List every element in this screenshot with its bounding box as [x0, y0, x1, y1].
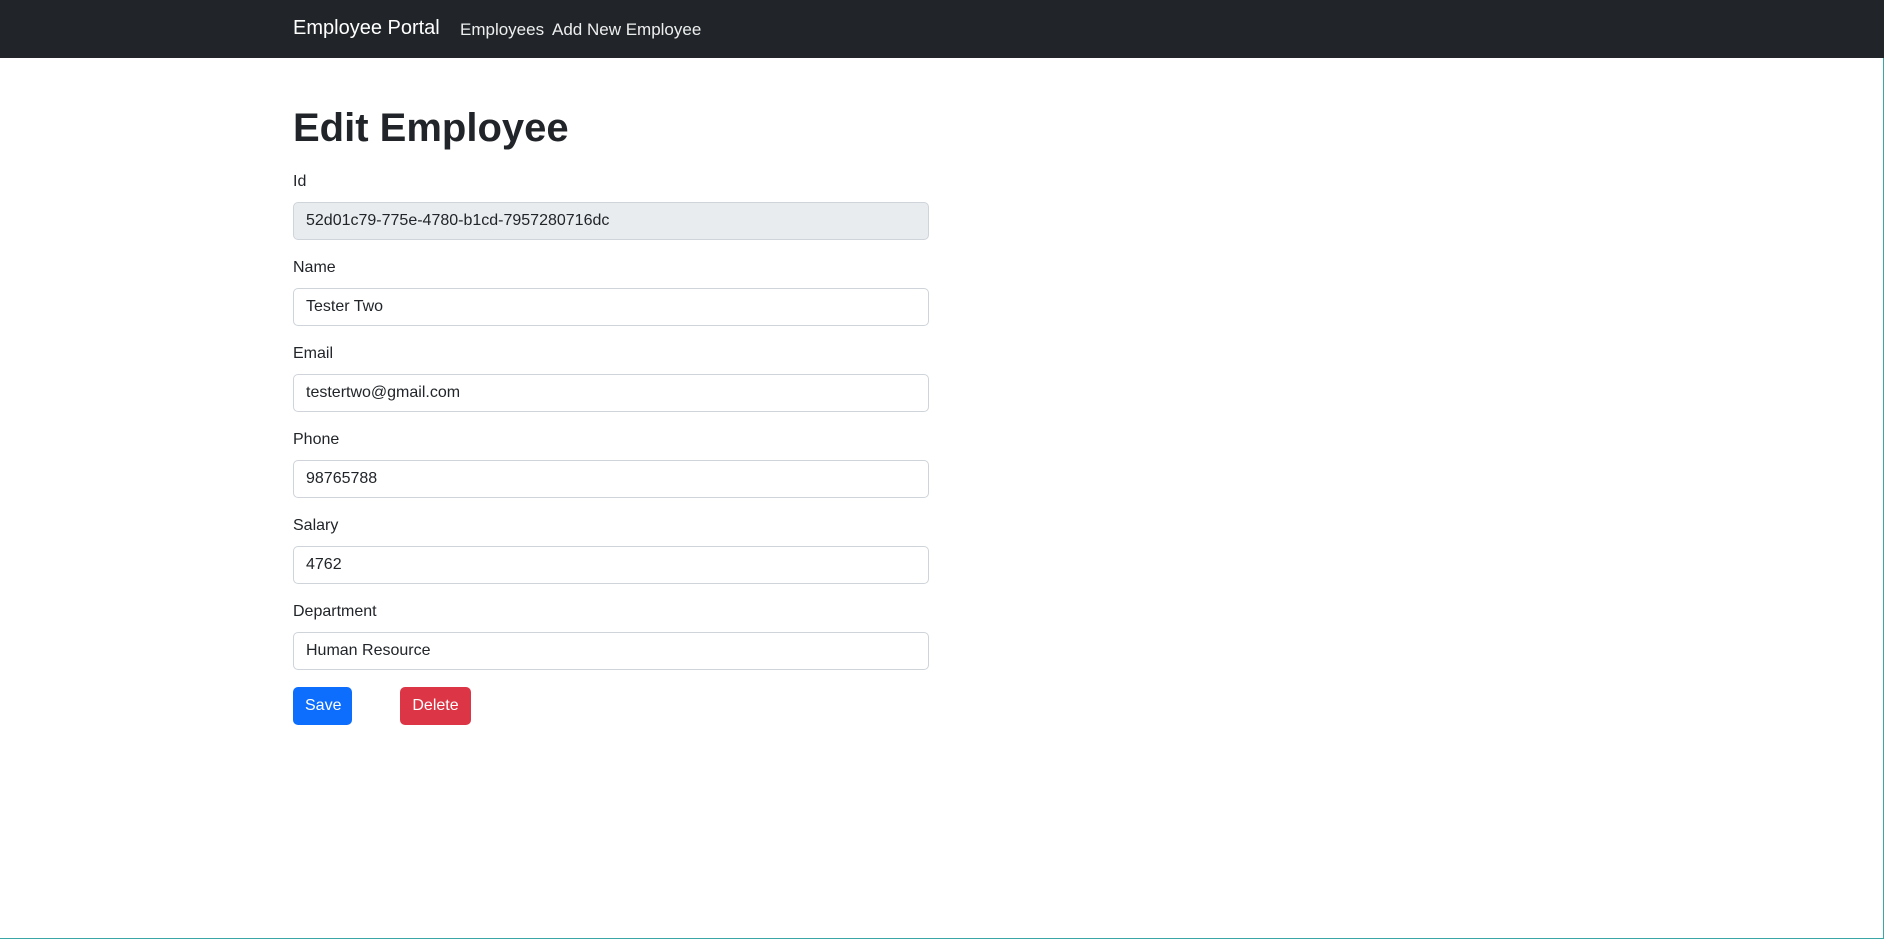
name-label: Name — [293, 259, 336, 276]
salary-label: Salary — [293, 517, 339, 534]
nav-link-add-new-employee[interactable]: Add New Employee — [552, 20, 701, 40]
brand-link[interactable]: Employee Portal — [293, 17, 440, 40]
save-button[interactable]: Save — [293, 687, 352, 725]
nav-link-employees[interactable]: Employees — [460, 20, 544, 40]
phone-field[interactable] — [293, 460, 929, 498]
email-field[interactable] — [293, 374, 929, 412]
email-label: Email — [293, 345, 334, 362]
top-navbar: Employee Portal Employees Add New Employ… — [0, 0, 1884, 58]
phone-label: Phone — [293, 431, 340, 448]
salary-field[interactable] — [293, 546, 929, 584]
id-field[interactable] — [293, 202, 929, 240]
name-field[interactable] — [293, 288, 929, 326]
delete-button[interactable]: Delete — [400, 687, 471, 725]
page-title: Edit Employee — [293, 106, 569, 150]
id-label: Id — [293, 173, 307, 190]
department-field[interactable] — [293, 632, 929, 670]
department-label: Department — [293, 603, 377, 620]
